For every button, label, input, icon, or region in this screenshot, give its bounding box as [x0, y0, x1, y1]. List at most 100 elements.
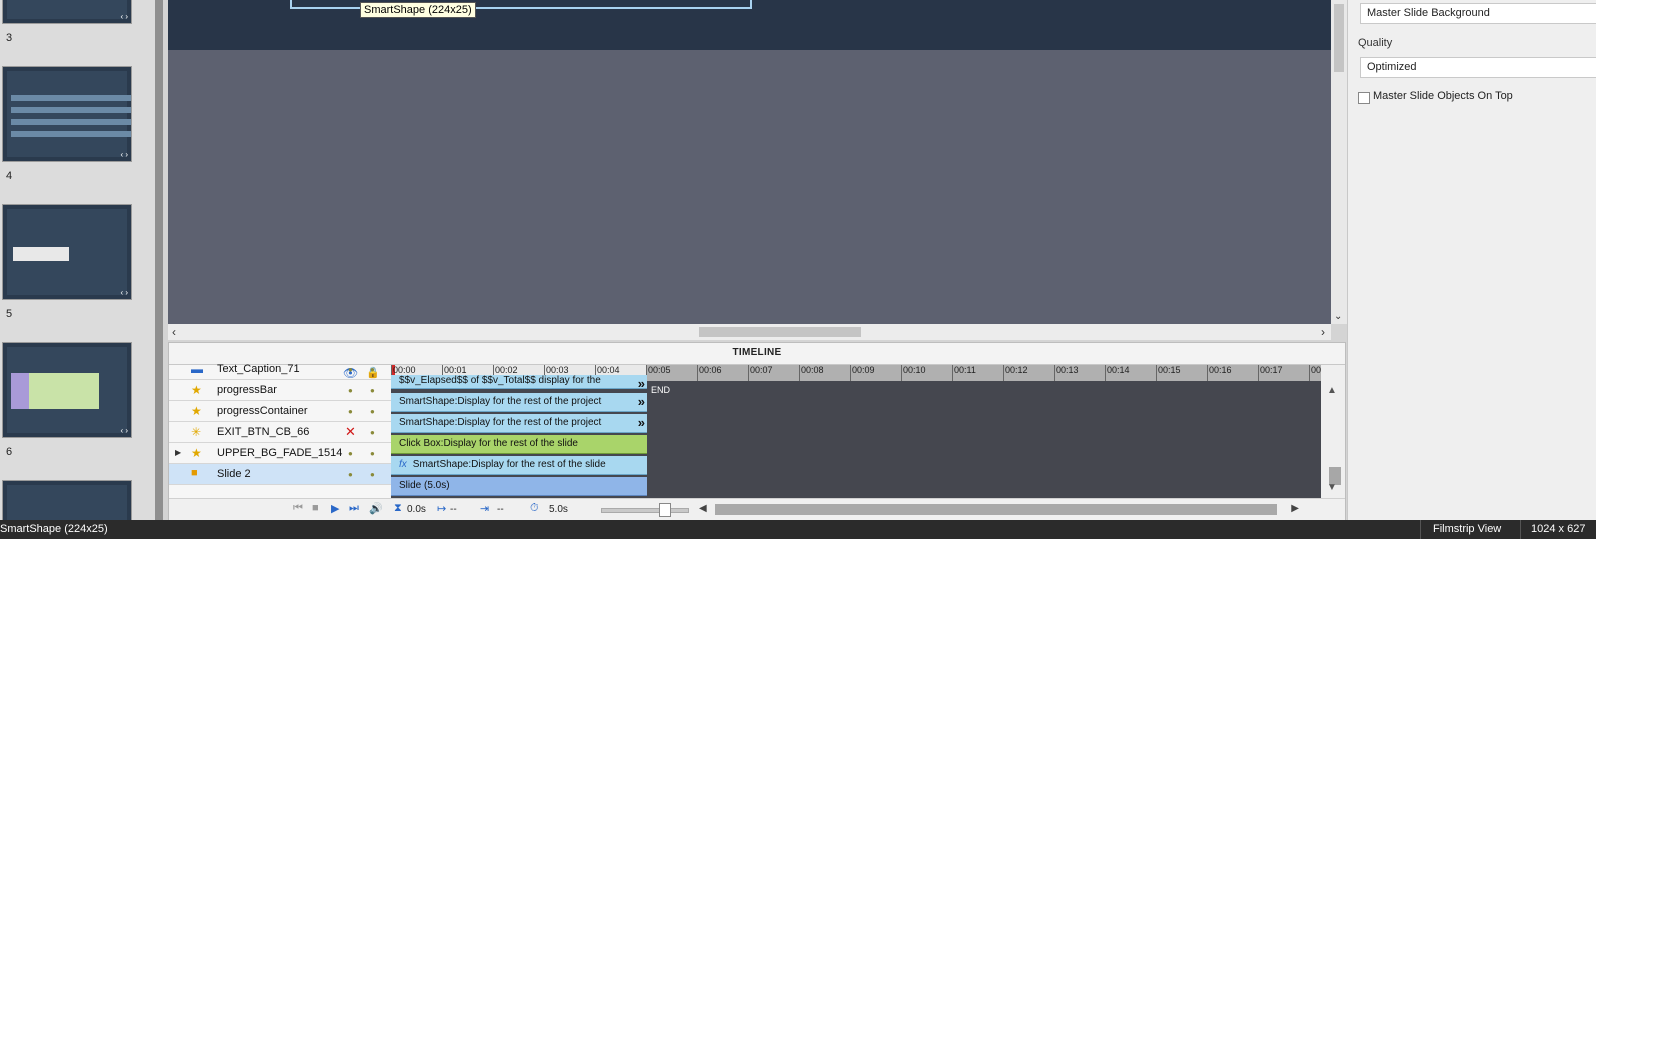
ruler-tick: 00:17: [1258, 365, 1283, 381]
selection-status: SmartShape (224x25): [0, 523, 108, 535]
arrow-right-icon[interactable]: ▶: [1291, 503, 1299, 514]
timeline-bar[interactable]: SmartShape:Display for the rest of the p…: [391, 393, 647, 412]
visibility-dot[interactable]: ●: [348, 386, 353, 395]
chevron-right-icon[interactable]: ›: [1321, 325, 1325, 339]
layer-row[interactable]: ▬ Text_Caption_71 ● ●: [169, 359, 391, 380]
chevron-left-icon[interactable]: ‹: [172, 325, 176, 339]
ruler-tick: 00:13: [1054, 365, 1079, 381]
visibility-dot[interactable]: ●: [348, 365, 353, 374]
filmstrip-slide-3[interactable]: ‹ › 3: [2, 0, 132, 52]
lock-dot[interactable]: ●: [370, 386, 375, 395]
speaker-icon[interactable]: 🔊: [369, 502, 383, 515]
quality-select[interactable]: Optimized: [1360, 57, 1596, 78]
hourglass-icon: ⧗: [394, 502, 402, 514]
layer-name: UPPER_BG_FADE_1514: [217, 447, 343, 459]
appear-after-value[interactable]: --: [450, 504, 457, 515]
timeline-track-area[interactable]: 00:00 00:01 00:02 00:03 00:04 00:05 00:06 00:07…: [391, 365, 1321, 498]
stage-canvas[interactable]: SmartShape (224x25): [168, 0, 1331, 324]
visibility-dot[interactable]: ●: [348, 407, 353, 416]
resolution: 1024 x 627: [1520, 520, 1595, 539]
bar-label: $$v_Elapsed$$ of $$v_Total$$ display for…: [399, 375, 601, 386]
timeline-horizontal-scrollbar[interactable]: ◀ ▶: [699, 503, 1299, 516]
chevron-down-icon[interactable]: ⌄: [1334, 311, 1342, 322]
timeline-panel: TIMELINE 👁 🔒 ▬ Text_Caption_71 ● ● ★ pro…: [168, 342, 1346, 520]
ruler-tick: 00:10: [901, 365, 926, 381]
layer-name: progressContainer: [217, 405, 308, 417]
slide-thumbnail[interactable]: ‹ ›: [2, 204, 132, 300]
zoom-slider-handle[interactable]: [659, 503, 671, 517]
timer-icon: ⏱: [530, 502, 539, 514]
filmstrip-slide-7[interactable]: [2, 480, 132, 520]
first-frame-icon[interactable]: ⏮: [293, 502, 303, 515]
slide-duration[interactable]: 5.0s: [549, 504, 568, 515]
lock-dot[interactable]: ●: [370, 470, 375, 479]
arrow-left-icon[interactable]: ◀: [699, 503, 707, 514]
stop-icon[interactable]: ■: [312, 502, 319, 514]
zoom-slider[interactable]: [601, 508, 689, 513]
stage-horizontal-scrollbar[interactable]: ‹ ›: [168, 324, 1331, 340]
layer-row[interactable]: ★ progressBar ● ●: [169, 380, 391, 401]
timeline-bar[interactable]: Click Box:Display for the rest of the sl…: [391, 435, 647, 454]
layer-row[interactable]: ★ progressContainer ● ●: [169, 401, 391, 422]
chevron-right-icon: »: [637, 376, 645, 389]
filmstrip-slide-5[interactable]: ‹ › 5: [2, 204, 132, 328]
expand-triangle-icon[interactable]: ▶: [175, 448, 181, 457]
layer-row-selected[interactable]: ■ Slide 2 ● ●: [169, 464, 391, 485]
layer-row[interactable]: ✳ EXIT_BTN_CB_66 ✕ ●: [169, 422, 391, 443]
duration-icon: ⇥: [480, 503, 490, 515]
visibility-dot[interactable]: ●: [348, 470, 353, 479]
slide-icon: ■: [191, 467, 198, 479]
play-icon[interactable]: ▶: [331, 502, 339, 515]
layer-row[interactable]: ▶ ★ UPPER_BG_FADE_1514 ● ●: [169, 443, 391, 464]
start-time: 0.0s: [407, 504, 426, 515]
appear-after-icon: ↦: [437, 503, 447, 515]
ruler-tick: 00:09: [850, 365, 875, 381]
timeline-controls: ⏮ ■ ▶ ⏭ 🔊 ⧗ 0.0s ↦ -- ⇥ -- ⏱ 5.0s ◀ ▶: [169, 498, 1345, 520]
timeline-bar[interactable]: fx SmartShape:Display for the rest of the…: [391, 456, 647, 475]
timeline-bar[interactable]: $$v_Elapsed$$ of $$v_Total$$ display for…: [391, 375, 647, 389]
filmstrip-panel: ‹ › 3 ‹ › 4 ‹ › 5 ‹ › 6: [0, 0, 163, 520]
last-frame-icon[interactable]: ⏭: [349, 502, 359, 515]
layer-name: progressBar: [217, 384, 277, 396]
filmstrip-slide-6[interactable]: ‹ › 6: [2, 342, 132, 466]
slide-thumbnail[interactable]: ‹ ›: [2, 342, 132, 438]
lock-dot[interactable]: ●: [370, 365, 375, 374]
scroll-thumb[interactable]: [715, 504, 1277, 515]
scroll-thumb[interactable]: [699, 327, 861, 337]
layer-name: Slide 2: [217, 468, 251, 480]
filmstrip-slide-4[interactable]: ‹ › 4: [2, 66, 132, 190]
ruler-tick: 00:05: [646, 365, 671, 381]
slide-thumbnail[interactable]: ‹ ›: [2, 66, 132, 162]
visibility-dot[interactable]: ●: [348, 449, 353, 458]
lock-dot[interactable]: ●: [370, 407, 375, 416]
caption-icon: ▬: [191, 362, 203, 376]
lock-dot[interactable]: ●: [370, 428, 375, 437]
ruler-tick: 00:16: [1207, 365, 1232, 381]
filmstrip-scrollbar[interactable]: [155, 0, 163, 520]
timeline-bar[interactable]: Slide (5.0s): [391, 477, 647, 496]
layer-name: EXIT_BTN_CB_66: [217, 426, 310, 438]
stage-vertical-scrollbar[interactable]: ⌄: [1331, 0, 1347, 324]
lock-dot[interactable]: ●: [370, 449, 375, 458]
arrow-up-icon[interactable]: ▲: [1327, 385, 1337, 396]
duration-value[interactable]: --: [497, 504, 504, 515]
background-select[interactable]: Master Slide Background: [1360, 3, 1596, 24]
arrow-down-icon[interactable]: ▼: [1327, 482, 1337, 493]
slide-number: 5: [6, 308, 13, 320]
star-icon: ★: [191, 404, 202, 418]
master-objects-label: Master Slide Objects On Top: [1373, 90, 1513, 102]
slide-thumbnail[interactable]: [2, 480, 132, 520]
nav-arrows-icon: ‹ ›: [120, 12, 128, 21]
layer-list: 👁 🔒 ▬ Text_Caption_71 ● ● ★ progressBar …: [169, 362, 391, 498]
scroll-thumb[interactable]: [1334, 4, 1344, 72]
slide-thumbnail[interactable]: ‹ ›: [2, 0, 132, 24]
view-mode[interactable]: Filmstrip View: [1420, 520, 1513, 539]
timeline-bar[interactable]: SmartShape:Display for the rest of the p…: [391, 414, 647, 433]
ruler-tick: 00:07: [748, 365, 773, 381]
hidden-x-icon[interactable]: ✕: [345, 424, 356, 440]
bar-label: SmartShape:Display for the rest of the p…: [399, 396, 602, 407]
slide-area[interactable]: SmartShape (224x25): [168, 0, 1331, 50]
timeline-vertical-scrollbar[interactable]: ▲ ▼: [1321, 365, 1345, 498]
bar-label: Slide (5.0s): [399, 480, 450, 491]
master-objects-checkbox[interactable]: [1358, 92, 1370, 104]
